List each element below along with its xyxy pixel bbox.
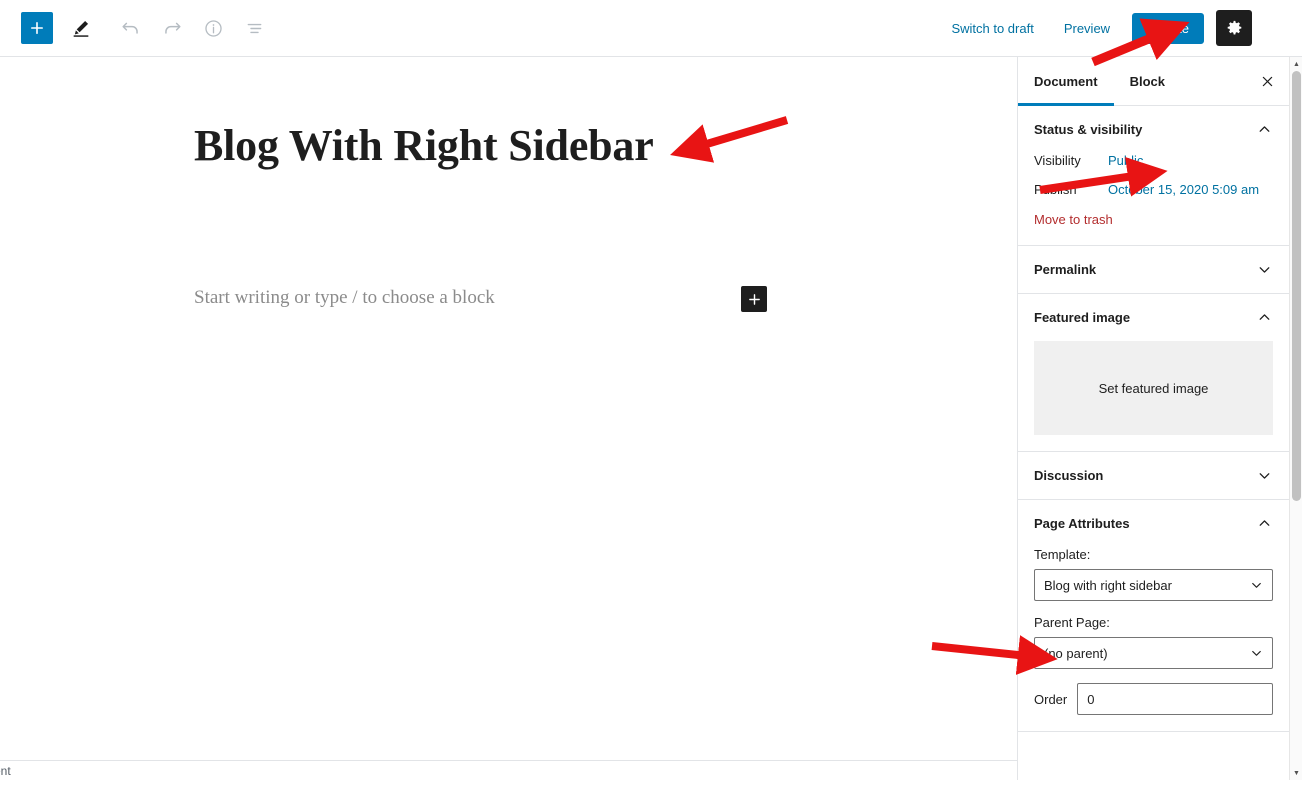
parent-page-label: Parent Page:	[1034, 615, 1110, 630]
visibility-label: Visibility	[1034, 153, 1081, 168]
visibility-value-button[interactable]: Public	[1108, 153, 1143, 168]
close-sidebar-button[interactable]	[1245, 57, 1289, 105]
tab-block[interactable]: Block	[1114, 57, 1181, 105]
publish-date-button[interactable]: October 15, 2020 5:09 am	[1108, 182, 1259, 197]
order-row: Order	[1034, 683, 1274, 715]
panel-page-attributes: Page Attributes Template: Blog with righ…	[1018, 500, 1289, 732]
panel-permalink-header[interactable]: Permalink	[1018, 246, 1289, 293]
panel-featured-image-body: Set featured image	[1018, 341, 1289, 451]
panel-featured-image: Featured image Set featured image	[1018, 294, 1289, 452]
move-to-trash-button[interactable]: Move to trash	[1034, 212, 1113, 227]
toolbar-right-group: Switch to draft Preview Update	[941, 10, 1302, 46]
vertical-scrollbar[interactable]: ▲ ▼	[1289, 57, 1302, 780]
gear-icon	[1227, 20, 1241, 35]
parent-page-select-wrapper: (no parent)	[1034, 637, 1273, 669]
settings-gear-button[interactable]	[1216, 10, 1252, 46]
panel-title: Permalink	[1034, 262, 1097, 277]
order-label: Order	[1034, 691, 1068, 707]
settings-sidebar: Document Block Status & visibility Visib…	[1017, 57, 1289, 780]
default-block-placeholder[interactable]: Start writing or type / to choose a bloc…	[194, 287, 495, 309]
content-info-button[interactable]	[195, 10, 231, 46]
switch-to-draft-button[interactable]: Switch to draft	[941, 15, 1043, 42]
panel-page-attributes-body: Template: Blog with right sidebar Parent…	[1018, 547, 1289, 731]
close-icon	[1262, 76, 1272, 86]
undo-icon	[122, 22, 138, 34]
scroll-down-arrow-icon[interactable]: ▼	[1290, 766, 1302, 780]
publish-label: Publish	[1034, 182, 1077, 197]
plus-icon	[748, 293, 760, 305]
panel-discussion-header[interactable]: Discussion	[1018, 452, 1289, 499]
panel-status-visibility-body: Visibility Public Publish October 15, 20…	[1018, 153, 1289, 245]
redo-icon	[165, 22, 181, 34]
publish-row: Publish October 15, 2020 5:09 am	[1034, 182, 1273, 197]
panel-status-visibility: Status & visibility Visibility Public Pu…	[1018, 106, 1289, 246]
list-view-icon	[247, 23, 261, 33]
plus-icon	[31, 22, 43, 34]
inline-block-inserter-button[interactable]	[741, 286, 767, 312]
chevron-up-icon	[1256, 309, 1273, 326]
template-select-wrapper: Blog with right sidebar	[1034, 569, 1273, 601]
panel-status-visibility-header[interactable]: Status & visibility	[1018, 106, 1289, 153]
update-button[interactable]: Update	[1132, 12, 1204, 44]
panel-discussion: Discussion	[1018, 452, 1289, 500]
editor-top-toolbar: Switch to draft Preview Update	[0, 0, 1302, 57]
template-select[interactable]: Blog with right sidebar	[1034, 569, 1273, 601]
chevron-up-icon	[1256, 121, 1273, 138]
tab-document[interactable]: Document	[1018, 57, 1114, 106]
sidebar-tab-bar: Document Block	[1018, 57, 1289, 106]
panel-title: Page Attributes	[1034, 516, 1130, 531]
scrollbar-thumb[interactable]	[1292, 71, 1301, 501]
scroll-up-arrow-icon[interactable]: ▲	[1290, 57, 1302, 71]
undo-button[interactable]	[113, 10, 149, 46]
order-input[interactable]	[1077, 683, 1274, 715]
post-title-input[interactable]: Blog With Right Sidebar	[194, 121, 654, 170]
template-label: Template:	[1034, 547, 1091, 562]
set-featured-image-button[interactable]: Set featured image	[1034, 341, 1273, 435]
redo-button[interactable]	[154, 10, 190, 46]
breadcrumb[interactable]: Document	[0, 764, 11, 778]
chevron-up-icon	[1256, 515, 1273, 532]
list-view-button[interactable]	[236, 10, 272, 46]
panel-title: Status & visibility	[1034, 122, 1143, 137]
editor-canvas: Blog With Right Sidebar Start writing or…	[0, 57, 1030, 780]
panel-featured-image-header[interactable]: Featured image	[1018, 294, 1289, 341]
panel-page-attributes-header[interactable]: Page Attributes	[1018, 500, 1289, 547]
add-block-button[interactable]	[21, 12, 53, 44]
panel-permalink: Permalink	[1018, 246, 1289, 294]
chevron-down-icon	[1256, 261, 1273, 278]
tools-pencil-button[interactable]	[63, 10, 99, 46]
panel-title: Featured image	[1034, 310, 1131, 325]
panel-title: Discussion	[1034, 468, 1104, 483]
pencil-icon	[73, 20, 89, 37]
parent-page-select[interactable]: (no parent)	[1034, 637, 1273, 669]
info-icon	[204, 19, 222, 37]
visibility-row: Visibility Public	[1034, 153, 1273, 168]
chevron-down-icon	[1256, 467, 1273, 484]
preview-button[interactable]: Preview	[1054, 15, 1120, 42]
toolbar-left-group	[0, 10, 272, 46]
editor-status-bar: Document	[0, 760, 1030, 780]
wordpress-block-editor: Switch to draft Preview Update Blog With…	[0, 0, 1302, 800]
more-options-button[interactable]	[1258, 10, 1290, 46]
